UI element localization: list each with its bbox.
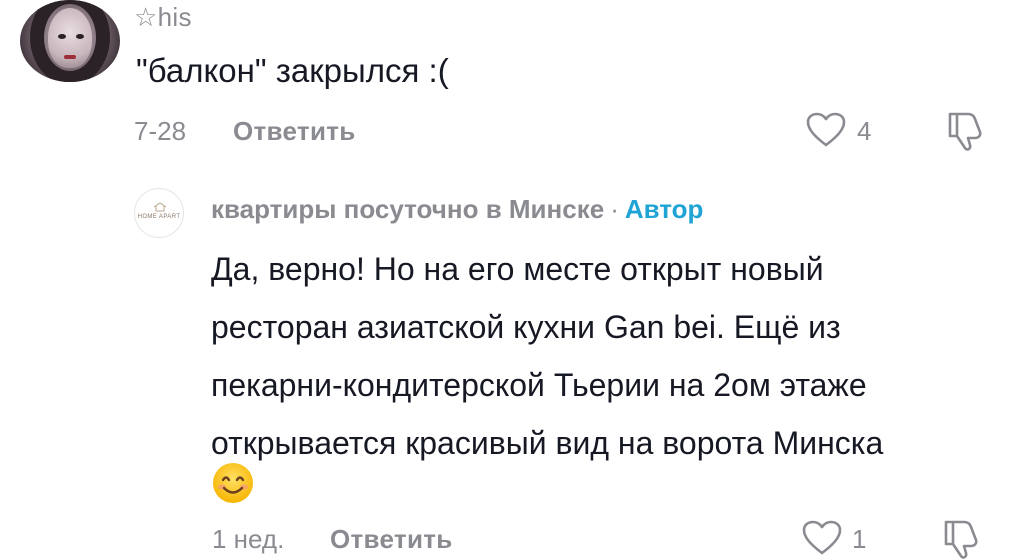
reply-button[interactable]: Ответить [233, 116, 356, 147]
home-logo-icon [153, 202, 167, 212]
like-count: 4 [857, 116, 872, 146]
commenter-avatar[interactable] [20, 0, 120, 82]
avatar-eye [58, 34, 66, 39]
comment-text-line: ресторан азиатской кухни Gan bei. Ещё из [211, 309, 841, 345]
comment-username[interactable]: ☆his [134, 2, 192, 33]
dislike-icon[interactable] [944, 110, 988, 152]
comment-username[interactable]: квартиры посуточно в Минске [211, 194, 604, 224]
author-badge: Автор [624, 194, 704, 224]
smiling-face-emoji-icon [213, 463, 253, 503]
comment-date: 7-28 [134, 116, 187, 146]
comment-text-line: открывается красивый вид на ворота Минск… [211, 425, 884, 461]
reply-button[interactable]: Ответить [330, 524, 453, 555]
like-heart-icon[interactable] [802, 520, 842, 556]
avatar-mouth [64, 55, 76, 59]
like-count: 1 [852, 524, 867, 554]
avatar-eye [76, 34, 84, 39]
comment-date: 1 нед. [212, 524, 285, 554]
dislike-icon[interactable] [940, 518, 984, 560]
comment-text-line: пекарни-кондитерской Тьерии на 2ом этаже [211, 367, 867, 403]
avatar-face [48, 8, 92, 68]
author-avatar[interactable]: HOME APART [134, 188, 184, 238]
username-separator: · [610, 194, 619, 224]
avatar-brand-text: HOME APART [137, 214, 181, 220]
comment-text-line: Да, верно! Но на его месте открыт новый [211, 251, 824, 287]
comment-text: Да, верно! Но на его месте открыт новый … [211, 240, 1011, 472]
like-heart-icon[interactable] [806, 112, 846, 148]
comment-text: "балкон" закрылся :( [136, 52, 449, 89]
author-username-line: квартиры посуточно в Минске · Автор [211, 194, 703, 225]
